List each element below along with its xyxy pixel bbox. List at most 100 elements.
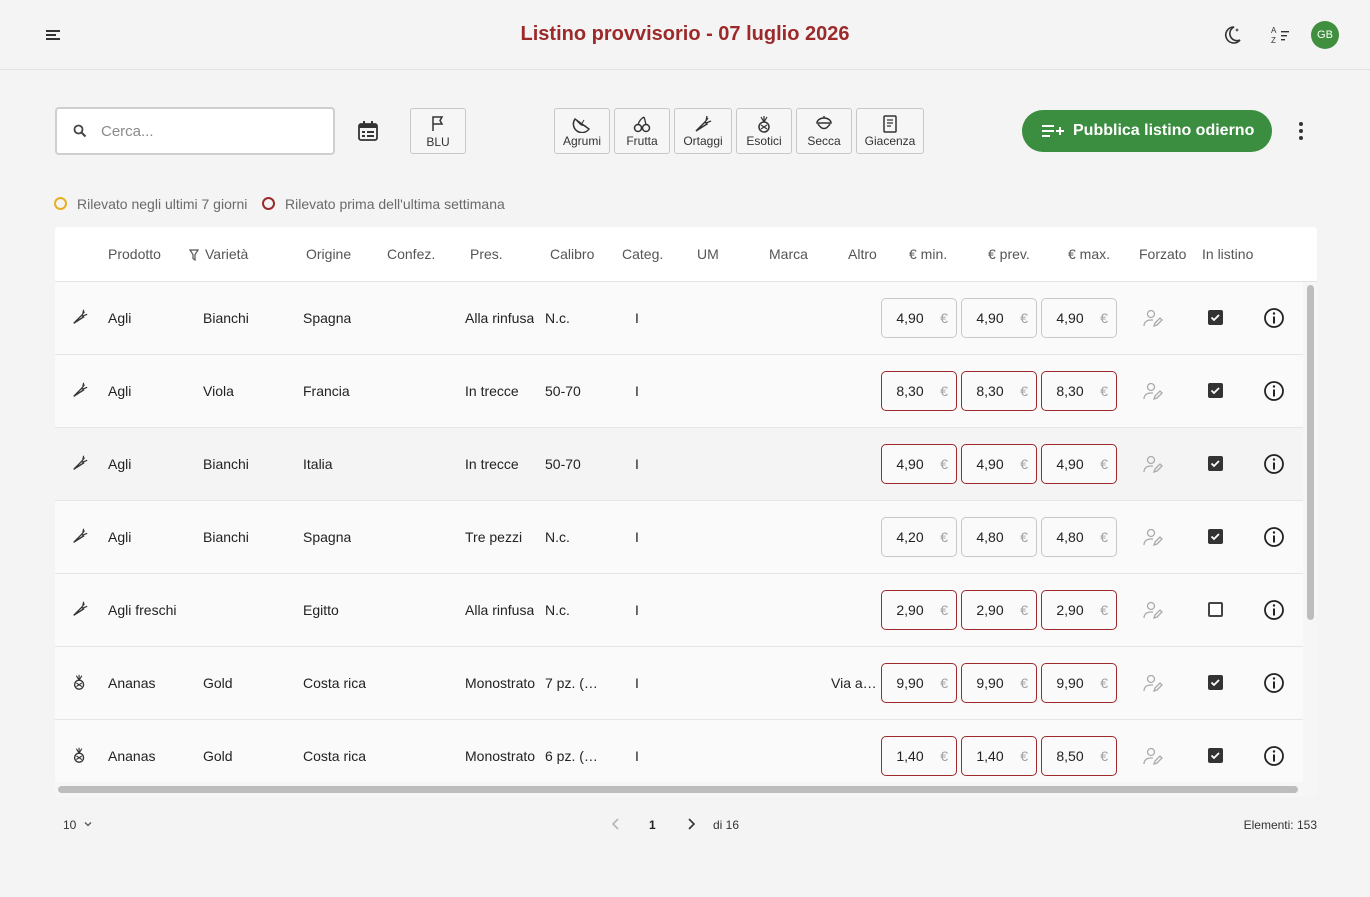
person-edit-icon[interactable] (1142, 307, 1164, 329)
table-row[interactable]: Ananas Gold Costa rica Monostrato 7 pz. (… I V… (55, 647, 1303, 720)
previous-page-icon[interactable] (608, 816, 624, 832)
price-list-table: Prodotto Varietà Origine Confez. Pres. C… (55, 227, 1317, 797)
cell-origine: Spagna (303, 310, 352, 326)
info-icon[interactable] (1263, 672, 1285, 694)
price-input-prev[interactable]: 4,80 € (961, 517, 1037, 557)
in-listino-checkbox[interactable] (1208, 383, 1223, 398)
calendar-icon[interactable] (356, 119, 380, 143)
person-edit-icon[interactable] (1142, 672, 1164, 694)
category-label-esotici: Esotici (746, 134, 782, 148)
column-header-altro[interactable]: Altro (848, 246, 877, 262)
cell-origine: Costa rica (303, 748, 367, 764)
column-header-um[interactable]: UM (697, 246, 719, 262)
column-header-calibro[interactable]: Calibro (550, 246, 594, 262)
page-size-select[interactable]: 10 (63, 818, 92, 832)
current-page[interactable]: 1 (649, 818, 656, 832)
table-row[interactable]: Agli freschi Egitto Alla rinfusa N.c. I 2,90 €… (55, 574, 1303, 647)
more-vert-icon[interactable] (1290, 119, 1312, 143)
category-button-ortaggi[interactable]: Ortaggi (674, 108, 732, 154)
person-edit-icon[interactable] (1142, 599, 1164, 621)
table-row[interactable]: Ananas Gold Costa rica Monostrato 6 pz. (… I 1… (55, 720, 1303, 782)
price-input-min[interactable]: 1,40 € (881, 736, 957, 776)
column-header-confez[interactable]: Confez. (387, 246, 435, 262)
price-input-min[interactable]: 4,90 € (881, 444, 957, 484)
currency-symbol: € (940, 310, 948, 326)
info-icon[interactable] (1263, 599, 1285, 621)
citrus-icon (572, 117, 591, 133)
cell-categ: I (635, 456, 639, 472)
table-row[interactable]: Agli Bianchi Spagna Alla rinfusa N.c. I 4,90 €4… (55, 282, 1303, 355)
info-icon[interactable] (1263, 380, 1285, 402)
price-input-min[interactable]: 9,90 € (881, 663, 957, 703)
price-input-max[interactable]: 2,90 € (1041, 590, 1117, 630)
price-input-min[interactable]: 4,20 € (881, 517, 957, 557)
column-header-max[interactable]: € max. (1068, 246, 1110, 262)
info-icon[interactable] (1263, 307, 1285, 329)
price-input-prev[interactable]: 9,90 € (961, 663, 1037, 703)
column-header-min[interactable]: € min. (909, 246, 947, 262)
info-icon[interactable] (1263, 526, 1285, 548)
price-input-min[interactable]: 8,30 € (881, 371, 957, 411)
in-listino-checkbox[interactable] (1208, 529, 1223, 544)
table-row[interactable]: Agli Bianchi Spagna Tre pezzi N.c. I 4,20 €4,80… (55, 501, 1303, 574)
price-input-max[interactable]: 4,80 € (1041, 517, 1117, 557)
in-listino-checkbox[interactable] (1208, 602, 1223, 617)
price-value-max: 8,30 (1056, 383, 1084, 399)
price-input-min[interactable]: 4,90 € (881, 298, 957, 338)
category-button-frutta[interactable]: Frutta (614, 108, 670, 154)
table-row[interactable]: Agli Viola Francia In trecce 50-70 I 8,30 €8,30… (55, 355, 1303, 428)
in-listino-checkbox[interactable] (1208, 310, 1223, 325)
price-input-max[interactable]: 8,30 € (1041, 371, 1117, 411)
legend-old-label: Rilevato prima dell'ultima settimana (285, 196, 505, 212)
person-edit-icon[interactable] (1142, 526, 1164, 548)
blu-filter-button[interactable]: BLU (410, 108, 466, 154)
price-input-prev[interactable]: 2,90 € (961, 590, 1037, 630)
column-header-origine[interactable]: Origine (306, 246, 351, 262)
price-input-min[interactable]: 2,90 € (881, 590, 957, 630)
publish-list-button[interactable]: Pubblica listino odierno (1022, 110, 1272, 152)
column-header-varieta[interactable]: Varietà (205, 246, 248, 262)
price-value-min: 2,90 (896, 602, 924, 618)
column-header-prodotto[interactable]: Prodotto (108, 246, 161, 262)
category-label-giacenza: Giacenza (864, 134, 916, 148)
avatar[interactable]: GB (1311, 21, 1339, 49)
column-header-marca[interactable]: Marca (769, 246, 808, 262)
in-listino-checkbox[interactable] (1208, 675, 1223, 690)
price-input-max[interactable]: 4,90 € (1041, 444, 1117, 484)
person-edit-icon[interactable] (1142, 745, 1164, 767)
category-button-agrumi[interactable]: Agrumi (554, 108, 610, 154)
info-icon[interactable] (1263, 745, 1285, 767)
filter-icon[interactable] (188, 246, 200, 264)
person-edit-icon[interactable] (1142, 380, 1164, 402)
person-edit-icon[interactable] (1142, 453, 1164, 475)
price-input-max[interactable]: 8,50 € (1041, 736, 1117, 776)
cell-pres: In trecce (465, 456, 519, 472)
next-page-icon[interactable] (683, 816, 699, 832)
column-header-in-listino[interactable]: In listino (1202, 246, 1253, 262)
column-header-forzato[interactable]: Forzato (1139, 246, 1186, 262)
dark-mode-icon[interactable] (1220, 23, 1244, 47)
price-input-prev[interactable]: 4,90 € (961, 444, 1037, 484)
search-input[interactable] (101, 119, 321, 143)
svg-text:Z: Z (1271, 36, 1276, 45)
sort-alpha-icon[interactable]: AZ (1268, 23, 1292, 47)
price-input-max[interactable]: 9,90 € (1041, 663, 1117, 703)
price-input-prev[interactable]: 4,90 € (961, 298, 1037, 338)
column-header-pres[interactable]: Pres. (470, 246, 503, 262)
category-button-secca[interactable]: Secca (796, 108, 852, 154)
table-row[interactable]: Agli Bianchi Italia In trecce 50-70 I 4,90 €4,9… (55, 428, 1303, 501)
info-icon[interactable] (1263, 453, 1285, 475)
category-button-esotici[interactable]: Esotici (736, 108, 792, 154)
in-listino-checkbox[interactable] (1208, 456, 1223, 471)
price-input-max[interactable]: 4,90 € (1041, 298, 1117, 338)
column-header-categ[interactable]: Categ. (622, 246, 663, 262)
column-header-prev[interactable]: € prev. (988, 246, 1030, 262)
vertical-scrollbar-thumb[interactable] (1307, 285, 1314, 620)
horizontal-scrollbar-thumb[interactable] (58, 786, 1298, 793)
category-button-giacenza[interactable]: Giacenza (856, 108, 924, 154)
price-input-prev[interactable]: 1,40 € (961, 736, 1037, 776)
table-body: Agli Bianchi Spagna Alla rinfusa N.c. I 4,90 €4… (55, 282, 1303, 782)
in-listino-checkbox[interactable] (1208, 748, 1223, 763)
currency-symbol: € (940, 602, 948, 618)
price-input-prev[interactable]: 8,30 € (961, 371, 1037, 411)
